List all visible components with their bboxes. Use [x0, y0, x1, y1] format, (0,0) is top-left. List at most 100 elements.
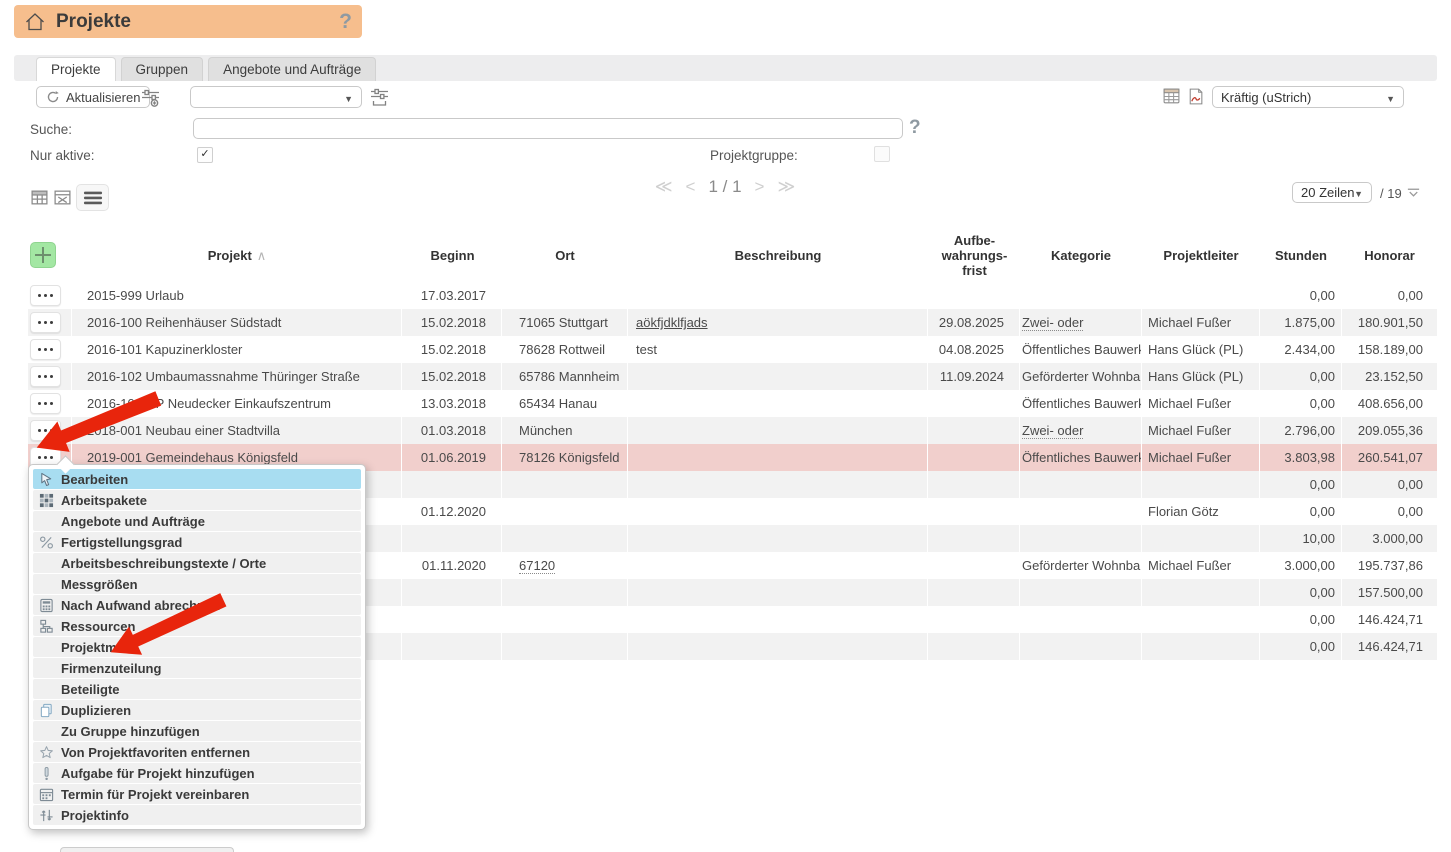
cell-stunden: 0,00	[1260, 471, 1342, 498]
column-header-leiter[interactable]: Projektleiter	[1142, 228, 1260, 282]
export-pdf-icon[interactable]	[1186, 87, 1205, 106]
cell-projektleiter: Michael Fußer	[1142, 444, 1260, 471]
cell-honorar: 146.424,71	[1342, 633, 1437, 660]
cell-beschreibung: aökfjdklfjads	[628, 309, 928, 336]
first-page-button[interactable]: ≪	[655, 177, 673, 197]
page-title: Projekte	[56, 11, 339, 33]
info-sliders-icon	[39, 807, 59, 823]
cell-kategorie	[1020, 606, 1142, 633]
cell-beginn	[402, 525, 502, 552]
favorite-star-icon	[39, 744, 59, 760]
cell-stunden: 3.803,98	[1260, 444, 1342, 471]
cell-stunden: 0,00	[1260, 390, 1342, 417]
menu-item-projektmail[interactable]: Projektmail	[33, 637, 361, 657]
menu-item-von-projektfavoriten-entfernen[interactable]: Von Projektfavoriten entfernen	[33, 742, 361, 762]
cell-beginn: 01.06.2019	[402, 444, 502, 471]
column-header-hon[interactable]: Honorar	[1342, 228, 1437, 282]
project-group-checkbox[interactable]	[874, 146, 890, 162]
only-active-checkbox[interactable]: ✓	[197, 147, 213, 163]
cell-aufbewahrungsfrist	[928, 498, 1020, 525]
tab-gruppen[interactable]: Gruppen	[121, 57, 204, 81]
menu-item-arbeitsbeschreibungstexte-orte[interactable]: Arbeitsbeschreibungstexte / Orte	[33, 553, 361, 573]
cell-ort: München	[502, 417, 628, 444]
column-header-beginn[interactable]: Beginn	[402, 228, 502, 282]
table-row[interactable]: 2016-103 GP Neudecker Einkaufszentrum13.…	[28, 390, 1437, 417]
cell-beginn: 01.12.2020	[402, 498, 502, 525]
row-menu-button[interactable]	[30, 339, 61, 360]
current-page-label: 1 / 1	[708, 177, 741, 197]
view-table-icon[interactable]	[30, 188, 49, 207]
add-project-button[interactable]	[30, 242, 56, 268]
table-row[interactable]: 2016-101 Kapuzinerkloster15.02.201878628…	[28, 336, 1437, 363]
view-table-remove-icon[interactable]	[53, 188, 72, 207]
work-packages-icon	[39, 492, 59, 508]
task-icon	[39, 765, 59, 781]
menu-item-aufgabe-für-projekt-hinzufügen[interactable]: Aufgabe für Projekt hinzufügen	[33, 763, 361, 783]
cell-stunden: 0,00	[1260, 606, 1342, 633]
cell-stunden: 1.875,00	[1260, 309, 1342, 336]
cell-projektleiter	[1142, 471, 1260, 498]
cell-aufbewahrungsfrist	[928, 390, 1020, 417]
cell-honorar: 180.901,50	[1342, 309, 1437, 336]
column-header-kat[interactable]: Kategorie	[1020, 228, 1142, 282]
menu-item-label: Von Projektfavoriten entfernen	[61, 745, 250, 760]
menu-item-duplizieren[interactable]: Duplizieren	[33, 700, 361, 720]
prev-page-button[interactable]: <	[686, 177, 696, 197]
tab-projekte[interactable]: Projekte	[36, 57, 116, 81]
menu-item-label: Beteiligte	[61, 682, 120, 697]
column-header-besch[interactable]: Beschreibung	[628, 228, 928, 282]
view-list-button[interactable]	[76, 184, 109, 211]
refresh-button[interactable]: Aktualisieren	[36, 86, 150, 108]
filter-settings-icon[interactable]	[141, 88, 160, 107]
cell-aufbewahrungsfrist	[928, 471, 1020, 498]
row-menu-button[interactable]	[30, 285, 61, 306]
search-input[interactable]	[193, 118, 903, 139]
column-header-ort[interactable]: Ort	[502, 228, 628, 282]
cell-aufbewahrungsfrist	[928, 633, 1020, 660]
help-icon[interactable]: ?	[339, 10, 352, 34]
row-menu-button[interactable]	[30, 312, 61, 333]
style-select[interactable]: Kräftig (uStrich)	[1212, 86, 1404, 108]
menu-item-termin-für-projekt-vereinbaren[interactable]: Termin für Projekt vereinbaren	[33, 784, 361, 804]
row-menu-button[interactable]	[30, 393, 61, 414]
menu-item-arbeitspakete[interactable]: Arbeitspakete	[33, 490, 361, 510]
rows-per-page-select[interactable]: 20 Zeilen	[1292, 182, 1372, 203]
table-row[interactable]: 2018-001 Neubau einer Stadtvilla01.03.20…	[28, 417, 1437, 444]
menu-item-bearbeiten[interactable]: Bearbeiten	[33, 469, 361, 489]
scroll-to-end-icon[interactable]	[1406, 187, 1421, 199]
cell-kategorie: Zwei- oder	[1020, 309, 1142, 336]
export-spreadsheet-icon[interactable]	[1162, 87, 1181, 106]
cell-beschreibung	[628, 417, 928, 444]
cell-beginn: 01.03.2018	[402, 417, 502, 444]
cell-kategorie: Öffentliches Bauwerk	[1020, 390, 1142, 417]
column-header-frist[interactable]: Aufbe- wahrungs- frist	[928, 228, 1020, 282]
menu-item-fertigstellungsgrad[interactable]: Fertigstellungsgrad	[33, 532, 361, 552]
menu-item-beteiligte[interactable]: Beteiligte	[33, 679, 361, 699]
edit-cursor-icon	[39, 471, 59, 487]
menu-item-label: Projektinfo	[61, 808, 129, 823]
menu-item-angebote-und-aufträge[interactable]: Angebote und Aufträge	[33, 511, 361, 531]
menu-item-projektinfo[interactable]: Projektinfo	[33, 805, 361, 825]
cell-projektleiter	[1142, 579, 1260, 606]
menu-item-firmenzuteilung[interactable]: Firmenzuteilung	[33, 658, 361, 678]
last-page-button[interactable]: ≫	[777, 177, 795, 197]
column-settings-icon[interactable]	[370, 88, 389, 107]
cell-projektleiter: Michael Fußer	[1142, 309, 1260, 336]
cell-beginn	[402, 606, 502, 633]
table-row[interactable]: 2016-100 Reihenhäuser Südstadt15.02.2018…	[28, 309, 1437, 336]
cell-kategorie: Geförderter Wohnbau	[1020, 363, 1142, 390]
table-row[interactable]: 2015-999 Urlaub17.03.20170,000,00	[28, 282, 1437, 309]
column-header-std[interactable]: Stunden	[1260, 228, 1342, 282]
cell-projektleiter: Hans Glück (PL)	[1142, 363, 1260, 390]
cell-kategorie	[1020, 282, 1142, 309]
search-help-icon[interactable]: ?	[909, 117, 921, 139]
column-header-projekt[interactable]: Projekt∧	[72, 228, 402, 282]
menu-item-zu-gruppe-hinzufügen[interactable]: Zu Gruppe hinzufügen	[33, 721, 361, 741]
next-page-button[interactable]: >	[755, 177, 765, 197]
table-row[interactable]: 2016-102 Umbaumassnahme Thüringer Straße…	[28, 363, 1437, 390]
cell-beschreibung	[628, 363, 928, 390]
row-menu-button[interactable]	[30, 366, 61, 387]
menu-item-label: Arbeitsbeschreibungstexte / Orte	[61, 556, 266, 571]
saved-filter-select[interactable]	[190, 86, 362, 108]
tab-angebote-und-auftr-ge[interactable]: Angebote und Aufträge	[208, 57, 376, 81]
